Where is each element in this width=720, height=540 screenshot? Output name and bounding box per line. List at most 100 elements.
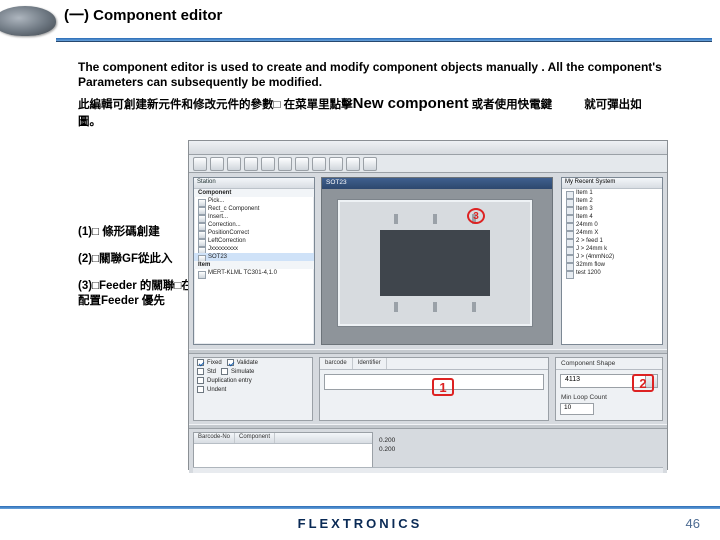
right-pane-header: My Recent System <box>562 178 662 189</box>
list-item[interactable]: Item 3 <box>562 205 662 213</box>
toolbar-button[interactable] <box>244 157 258 171</box>
checkbox-label: Validate <box>237 360 258 366</box>
intro-p2d: 圖。 <box>78 116 101 128</box>
checkbox-icon <box>221 368 228 375</box>
toolbar-button[interactable] <box>278 157 292 171</box>
list-item[interactable]: Item 1 <box>562 189 662 197</box>
slide-footer: FLEXTRONICS 46 <box>0 506 720 540</box>
cshape-title: Component Shape <box>556 358 662 370</box>
value-a: 0.200 <box>379 437 395 444</box>
tab-identifier[interactable]: Identifier <box>353 358 387 369</box>
slide-title: (一) Component editor <box>64 4 222 25</box>
viewer-canvas[interactable] <box>338 200 532 326</box>
status-bar <box>193 467 663 473</box>
list-item[interactable]: Item 2 <box>562 197 662 205</box>
tree-item[interactable]: LeftCorrection <box>194 237 314 245</box>
chip-pins <box>374 224 496 302</box>
intro-new-component: New component <box>353 95 469 112</box>
intro-p2a: 此編輯可創建新元件和修改元件的參數□ 在菜單里點擊 <box>78 99 353 111</box>
list-item[interactable]: 24mm X <box>562 229 662 237</box>
checkbox-icon <box>227 359 234 366</box>
tree-pane[interactable]: Station Component Pick... Rect_c Compone… <box>193 177 315 345</box>
grid-header: Barcode-No Component <box>194 433 372 444</box>
chip-body <box>380 230 490 296</box>
checkbox[interactable]: Std Simulate <box>194 367 312 376</box>
slide-header: (一) Component editor <box>0 0 720 48</box>
callout-3: 3 <box>467 208 485 224</box>
checkbox-label: Std <box>207 369 216 375</box>
checkbox-icon <box>197 386 204 393</box>
checkbox[interactable]: Undent <box>194 385 312 394</box>
main-row: Station Component Pick... Rect_c Compone… <box>189 173 667 349</box>
checkbox-label: Undent <box>207 387 226 393</box>
toolbar-button[interactable] <box>363 157 377 171</box>
grid-col: Component <box>235 433 275 443</box>
viewer-title: SOT23 <box>322 178 552 189</box>
grid-col: Barcode-No <box>194 433 235 443</box>
list-item[interactable]: Item 4 <box>562 213 662 221</box>
tree-item[interactable]: MERT-KLML TC301-4,1.0 <box>194 269 314 277</box>
page-number: 46 <box>686 516 700 531</box>
tree-item[interactable]: Insert... <box>194 213 314 221</box>
tree-item-selected[interactable]: SOT23 <box>194 253 314 261</box>
tree-header: Station <box>194 178 314 189</box>
toolbar-button[interactable] <box>193 157 207 171</box>
intro-p2b: 或者使用快電鍵 <box>468 99 552 111</box>
tree-group[interactable]: Component <box>194 189 314 197</box>
right-pane[interactable]: My Recent System Item 1 Item 2 Item 3 It… <box>561 177 663 345</box>
list-item[interactable]: 32mm flow <box>562 261 662 269</box>
toolbar-button[interactable] <box>346 157 360 171</box>
lower-panels: Fixed Validate Std Simulate Duplication … <box>189 354 667 424</box>
barcode-pane: barcode Identifier 1 <box>319 357 549 421</box>
bottom-grid[interactable]: Barcode-No Component <box>193 432 373 468</box>
intro-p2c: 就可彈出如 <box>584 99 642 111</box>
component-shape-pane: Component Shape 4113 2 Min Loop Count 10 <box>555 357 663 421</box>
body-text: The component editor is used to create a… <box>78 60 696 131</box>
intro-paragraph-2: 此編輯可創建新元件和修改元件的參數□ 在菜單里點擊New component 或… <box>78 93 696 131</box>
value-readout: 0.200 0.200 <box>379 437 395 455</box>
brand-label: FLEXTRONICS <box>298 516 423 531</box>
list-item[interactable]: 2 > feed 1 <box>562 237 662 245</box>
app-screenshot: Station Component Pick... Rect_c Compone… <box>188 140 668 470</box>
toolbar-button[interactable] <box>329 157 343 171</box>
barcode-tabs[interactable]: barcode Identifier <box>320 358 548 370</box>
options-pane: Fixed Validate Std Simulate Duplication … <box>193 357 313 421</box>
checkbox[interactable]: Fixed Validate <box>194 358 312 367</box>
value-b: 0.200 <box>379 446 395 453</box>
callout-2: 2 <box>632 374 654 392</box>
toolbar-button[interactable] <box>261 157 275 171</box>
toolbar-button[interactable] <box>227 157 241 171</box>
tree-item[interactable]: Rect_c Component <box>194 205 314 213</box>
checkbox-label: Duplication entry <box>207 378 252 384</box>
intro-paragraph: The component editor is used to create a… <box>78 60 696 91</box>
loop-count-label: Min Loop Count <box>556 392 662 403</box>
list-item[interactable]: 24mm 0 <box>562 221 662 229</box>
list-item[interactable]: J > 24mm k <box>562 245 662 253</box>
bottom-strip: Barcode-No Component 0.200 0.200 <box>189 429 667 473</box>
checkbox-icon <box>197 359 204 366</box>
cshape-value-text: 4113 <box>565 376 580 383</box>
checkbox-icon <box>197 377 204 384</box>
checkbox-icon <box>197 368 204 375</box>
tab-barcode[interactable]: barcode <box>320 358 353 369</box>
footer-rule <box>0 506 720 509</box>
header-graphic <box>0 6 56 36</box>
tree-item[interactable]: PositionCorrect <box>194 229 314 237</box>
slide: (一) Component editor The component edito… <box>0 0 720 540</box>
tree-group[interactable]: Item <box>194 261 314 269</box>
tree-item[interactable]: Jxxxxxxxxx <box>194 245 314 253</box>
list-item[interactable]: J > (4mmNo2) <box>562 253 662 261</box>
checkbox[interactable]: Duplication entry <box>194 376 312 385</box>
component-viewer[interactable]: SOT23 3 <box>321 177 553 345</box>
menu-bar[interactable] <box>189 141 667 155</box>
list-item[interactable]: test 1200 <box>562 269 662 277</box>
tool-bar[interactable] <box>189 155 667 173</box>
tree-item[interactable]: Pick... <box>194 197 314 205</box>
checkbox-label: Simulate <box>231 369 254 375</box>
toolbar-button[interactable] <box>295 157 309 171</box>
loop-count-field[interactable]: 10 <box>560 403 594 415</box>
tree-item[interactable]: Correction... <box>194 221 314 229</box>
toolbar-button[interactable] <box>210 157 224 171</box>
checkbox-label: Fixed <box>207 360 222 366</box>
toolbar-button[interactable] <box>312 157 326 171</box>
